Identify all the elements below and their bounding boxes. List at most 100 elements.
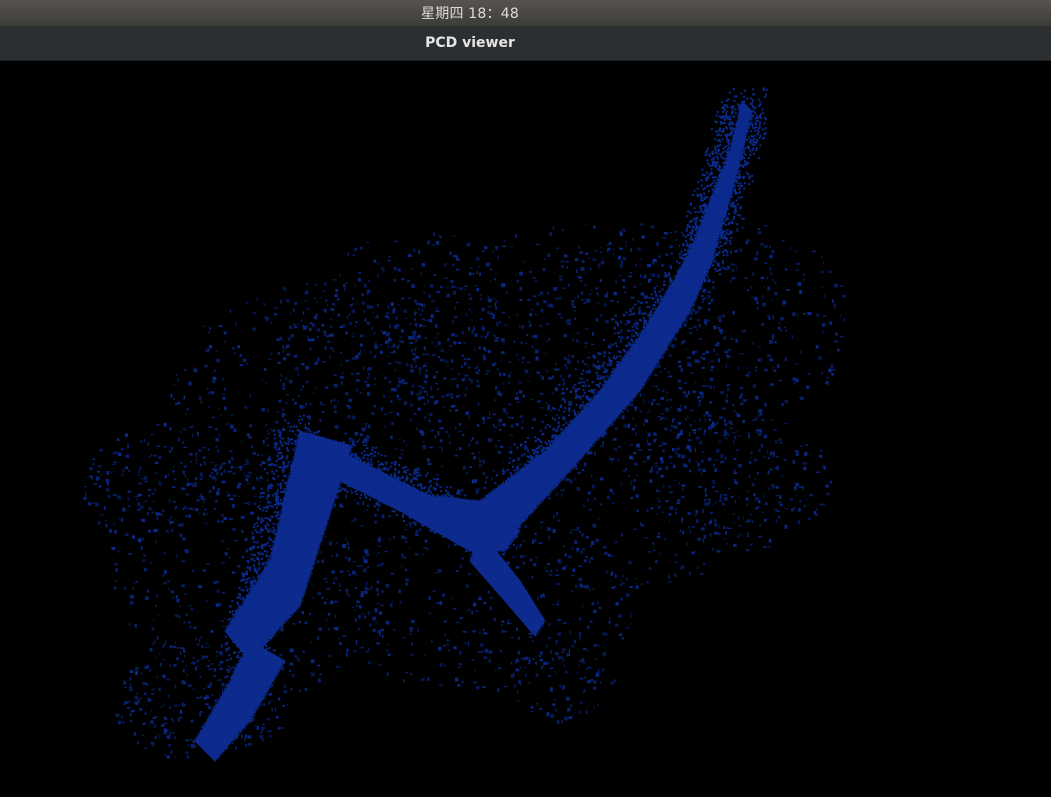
point-speck (543, 662, 547, 665)
point-speck (302, 445, 305, 448)
point-speck (251, 531, 254, 536)
point-speck (300, 479, 303, 482)
point-speck (161, 706, 163, 708)
point-speck (284, 531, 287, 534)
point-speck (279, 431, 282, 434)
point-speck (707, 302, 711, 305)
point-speck (590, 451, 593, 455)
clock-label[interactable]: 星期四 18：48 (0, 3, 940, 23)
point-speck (588, 508, 592, 511)
point-speck (654, 317, 656, 319)
window-title-bar[interactable]: PCD viewer (0, 26, 1051, 61)
point-speck (247, 677, 252, 681)
point-speck (301, 362, 305, 366)
point-speck (293, 441, 297, 446)
point-speck (394, 240, 398, 243)
point-speck (269, 538, 272, 541)
point-speck (224, 387, 226, 391)
point-speck (232, 613, 235, 616)
point-speck (829, 321, 833, 325)
point-speck (552, 368, 556, 370)
point-cloud-viewport[interactable] (0, 61, 1051, 797)
point-speck (554, 699, 556, 701)
point-speck (459, 447, 462, 450)
point-speck (718, 318, 722, 323)
point-speck (324, 451, 327, 454)
point-speck (235, 681, 238, 684)
point-speck (288, 534, 291, 536)
point-speck (493, 423, 495, 426)
point-speck (154, 724, 156, 728)
point-speck (478, 464, 482, 467)
point-speck (212, 376, 217, 380)
point-speck (332, 398, 336, 402)
point-speck (734, 264, 737, 267)
point-speck (487, 590, 490, 594)
point-speck (366, 384, 370, 387)
point-speck (696, 396, 701, 399)
point-speck (697, 537, 701, 540)
point-cloud-canvas[interactable] (0, 61, 1051, 797)
point-speck (456, 255, 458, 260)
point-speck (656, 403, 661, 406)
point-speck (656, 535, 661, 538)
point-speck (779, 442, 783, 444)
point-speck (280, 374, 283, 377)
point-speck (315, 283, 317, 286)
point-speck (473, 455, 476, 460)
point-speck (408, 473, 411, 476)
point-speck (339, 570, 344, 573)
point-speck (327, 455, 330, 458)
point-speck (230, 619, 233, 622)
point-speck (758, 535, 762, 538)
point-speck (236, 663, 239, 666)
point-speck (764, 368, 768, 372)
point-speck (832, 373, 834, 377)
point-speck (289, 325, 292, 330)
point-speck (629, 271, 632, 274)
point-speck (318, 436, 321, 439)
point-speck (543, 300, 547, 304)
point-speck (275, 496, 277, 499)
point-speck (235, 735, 239, 739)
point-speck (704, 429, 706, 433)
point-speck (173, 756, 176, 758)
point-speck (304, 484, 307, 487)
point-speck (510, 661, 513, 665)
point-speck (643, 399, 645, 404)
point-speck (678, 317, 681, 319)
point-speck (213, 508, 216, 510)
point-speck (378, 664, 382, 666)
point-speck (474, 504, 477, 507)
point-speck (733, 543, 737, 547)
point-speck (619, 274, 621, 277)
point-speck (99, 448, 103, 452)
point-speck (818, 454, 823, 458)
point-speck (267, 730, 272, 733)
point-speck (95, 502, 99, 507)
point-speck (241, 734, 243, 739)
point-speck (680, 368, 683, 372)
point-speck (366, 241, 369, 244)
point-speck (303, 459, 306, 462)
point-speck (622, 313, 626, 317)
point-speck (579, 635, 581, 638)
point-speck (396, 498, 399, 501)
point-speck (273, 611, 275, 614)
point-speck (148, 506, 152, 511)
point-speck (239, 657, 242, 660)
point-speck (346, 648, 349, 653)
point-speck (622, 257, 627, 261)
point-speck (825, 380, 829, 385)
point-speck (198, 448, 202, 452)
point-speck (360, 593, 364, 598)
point-speck (283, 428, 286, 431)
point-speck (598, 644, 600, 647)
point-speck (772, 315, 774, 320)
point-speck (684, 417, 687, 421)
point-speck (243, 738, 246, 741)
point-speck (451, 333, 455, 337)
point-speck (593, 609, 597, 614)
point-speck (409, 342, 414, 344)
point-speck (702, 538, 705, 543)
